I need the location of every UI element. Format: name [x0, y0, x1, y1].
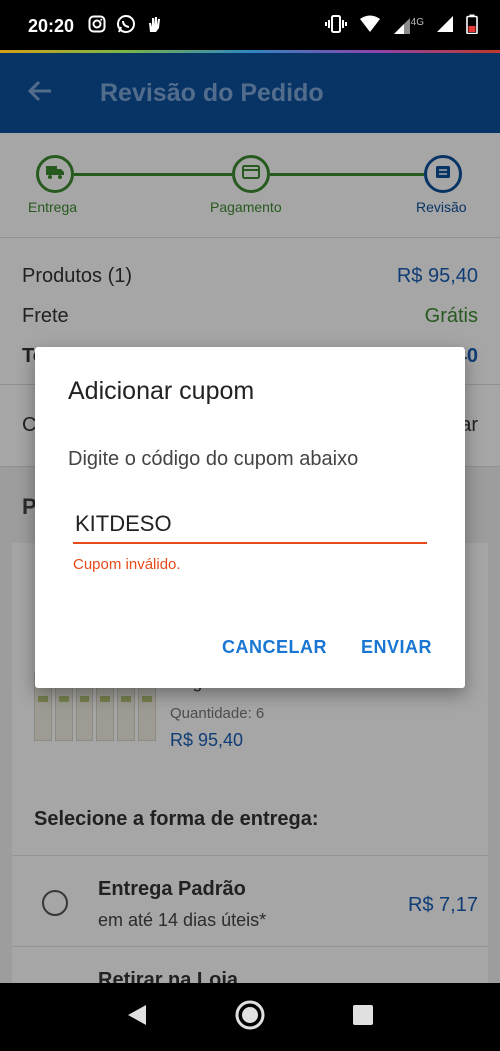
- instagram-icon: [88, 15, 106, 38]
- dim-overlay-appbar: [0, 53, 500, 133]
- nav-back-button[interactable]: [117, 997, 157, 1037]
- navigation-bar: [0, 983, 500, 1051]
- recents-square-icon: [352, 1004, 374, 1031]
- notification-icons: [88, 14, 162, 39]
- vibrate-icon: [324, 14, 347, 38]
- signal-icon-2: [436, 15, 454, 38]
- add-coupon-dialog: Adicionar cupom Digite o código do cupom…: [35, 347, 465, 688]
- battery-low-icon: [466, 14, 478, 39]
- nav-home-button[interactable]: [230, 997, 270, 1037]
- signal-icon: 4G: [393, 17, 424, 35]
- coupon-error-text: Cupom inválido.: [73, 556, 181, 573]
- dialog-message: Digite o código do cupom abaixo: [68, 448, 359, 470]
- network-label: 4G: [410, 17, 424, 28]
- system-icons: 4G: [324, 14, 478, 39]
- status-time: 20:20: [28, 15, 75, 36]
- back-triangle-icon: [126, 1003, 148, 1032]
- home-circle-icon: [234, 999, 266, 1036]
- nav-recents-button[interactable]: [343, 997, 383, 1037]
- status-bar: 20:20 4G: [0, 0, 500, 52]
- whatsapp-icon: [116, 14, 136, 39]
- submit-button[interactable]: ENVIAR: [361, 637, 432, 658]
- coupon-code-input[interactable]: [73, 506, 427, 544]
- dialog-title: Adicionar cupom: [68, 377, 255, 405]
- cancel-button[interactable]: CANCELAR: [222, 637, 327, 658]
- wifi-icon: [359, 15, 381, 38]
- hand-icon: [146, 15, 162, 38]
- dialog-actions: CANCELAR ENVIAR: [222, 637, 432, 658]
